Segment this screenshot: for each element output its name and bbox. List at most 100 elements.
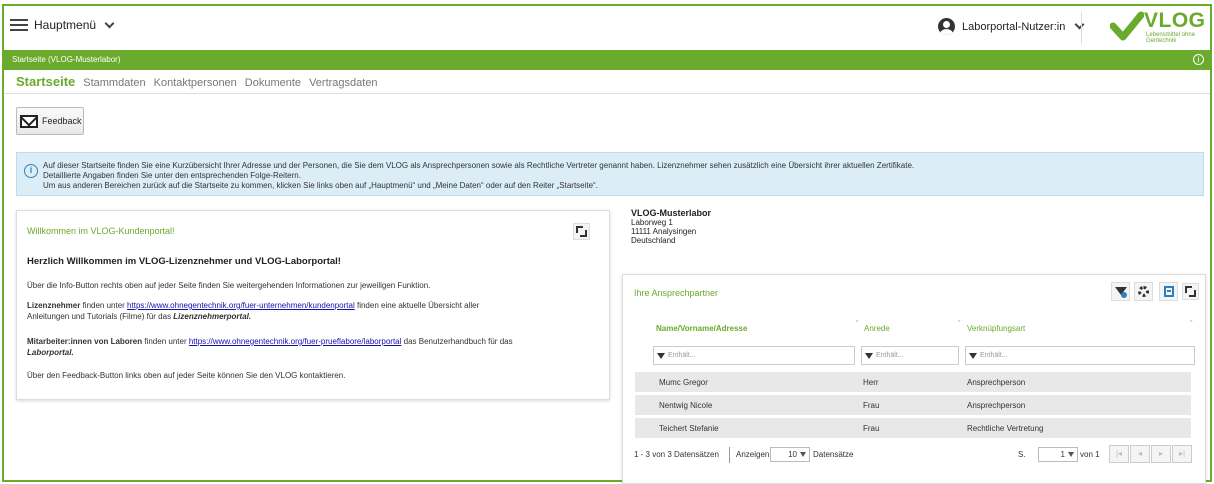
table-row[interactable]: Mumc Gregor Herr Ansprechperson bbox=[635, 372, 1191, 392]
cell-verknuepfungsart: Rechtliche Vertretung bbox=[967, 424, 1044, 433]
welcome-heading: Herzlich Willkommen im VLOG-Lizenznehmer… bbox=[27, 256, 341, 267]
filter-icon bbox=[865, 352, 873, 359]
banner-text: Auf dieser Startseite finden Sie eine Ku… bbox=[43, 161, 914, 191]
column-header-anrede[interactable]: Anrede bbox=[864, 324, 890, 333]
welcome-paragraph-lab: Mitarbeiter:innen von Laboren finden unt… bbox=[27, 336, 597, 358]
hamburger-icon bbox=[10, 19, 28, 31]
main-menu-label: Hauptmenü bbox=[34, 18, 97, 32]
vlog-logo: VLOG Lebensmittel ohne Gentechnik bbox=[1110, 8, 1206, 46]
top-bar: Hauptmenü Laborportal-Nutzer:in VLOG Leb… bbox=[4, 6, 1210, 50]
record-summary: 1 - 3 von 3 Datensätzen bbox=[634, 450, 719, 459]
filter-placeholder: Enthält... bbox=[668, 352, 696, 359]
sort-icon: ″ bbox=[958, 320, 961, 327]
tab-vertragsdaten[interactable]: Vertragsdaten bbox=[309, 77, 378, 89]
filter-input-name[interactable]: Enthält... bbox=[653, 346, 855, 365]
show-label: Anzeigen bbox=[736, 450, 770, 459]
address-block: VLOG-Musterlabor Laborweg 1 11111 Analys… bbox=[631, 208, 712, 246]
cell-name: Nentwig Nicole bbox=[659, 401, 713, 410]
feedback-label: Feedback bbox=[42, 116, 82, 126]
sort-icon: ″ bbox=[856, 320, 859, 327]
tab-bar: Startseite Stammdaten Kontaktpersonen Do… bbox=[16, 74, 386, 89]
app-frame: Hauptmenü Laborportal-Nutzer:in VLOG Leb… bbox=[2, 4, 1212, 484]
gear-icon bbox=[1138, 286, 1149, 297]
info-icon: i bbox=[24, 164, 38, 178]
breadcrumb: Startseite (VLOG-Musterlabor) bbox=[12, 55, 121, 64]
pager-divider bbox=[729, 447, 730, 463]
export-icon bbox=[1164, 286, 1174, 297]
cell-anrede: Herr bbox=[863, 378, 879, 387]
column-header-verknuepfungsart[interactable]: Verknüpfungsart bbox=[967, 324, 1025, 333]
tab-dokumente[interactable]: Dokumente bbox=[245, 77, 301, 89]
tab-kontaktpersonen[interactable]: Kontaktpersonen bbox=[154, 77, 237, 89]
text: das Benutzerhandbuch für das bbox=[401, 337, 513, 346]
page-size-value: 10 bbox=[788, 450, 797, 459]
filter-input-verknuepfungsart[interactable]: Enthält... bbox=[965, 346, 1195, 365]
welcome-panel-title: Willkommen im VLOG-Kundenportal! bbox=[27, 226, 175, 236]
banner-line: Detaillierte Angaben finden Sie unter de… bbox=[43, 171, 301, 180]
kundenportal-link[interactable]: https://www.ohnegentechnik.org/fuer-unte… bbox=[127, 301, 355, 310]
cell-anrede: Frau bbox=[863, 401, 880, 410]
export-button[interactable] bbox=[1159, 282, 1178, 301]
banner-line: Auf dieser Startseite finden Sie eine Ku… bbox=[43, 161, 915, 170]
filter-placeholder: Enthält... bbox=[980, 352, 1008, 359]
text: finden unter bbox=[80, 301, 128, 310]
city: 11111 Analysingen bbox=[631, 227, 697, 236]
dropdown-icon bbox=[800, 452, 806, 457]
cell-name: Mumc Gregor bbox=[659, 378, 708, 387]
feedback-button[interactable]: Feedback bbox=[16, 107, 84, 135]
expand-icon[interactable] bbox=[1182, 283, 1199, 300]
records-label: Datensätze bbox=[813, 450, 854, 459]
breadcrumb-bar: Startseite (VLOG-Musterlabor) i bbox=[4, 50, 1210, 70]
filter-placeholder: Enthält... bbox=[876, 352, 904, 359]
first-page-button[interactable]: |◂ bbox=[1109, 445, 1129, 463]
welcome-paragraph: Über die Info-Button rechts oben auf jed… bbox=[27, 281, 431, 290]
chevron-down-icon bbox=[1074, 19, 1085, 30]
contacts-panel: Ihre Ansprechpartner ″ ″ ″ Name/Vorname/… bbox=[622, 274, 1206, 484]
welcome-paragraph: Über den Feedback-Button links oben auf … bbox=[27, 371, 346, 380]
user-icon bbox=[938, 18, 955, 35]
page-total: von 1 bbox=[1080, 450, 1100, 459]
envelope-icon bbox=[20, 114, 38, 128]
page-size-select[interactable]: 10 bbox=[770, 447, 810, 462]
cell-name: Teichert Stefanie bbox=[659, 424, 719, 433]
lab-staff-label: Mitarbeiter:innen von Laboren bbox=[27, 337, 143, 346]
user-label: Laborportal-Nutzer:in bbox=[962, 20, 1066, 33]
company-name: VLOG-Musterlabor bbox=[631, 208, 712, 218]
licensee-portal-label: Lizenznehmerportal. bbox=[173, 312, 252, 321]
text: finden unter bbox=[142, 337, 189, 346]
main-menu-button[interactable]: Hauptmenü bbox=[10, 18, 115, 32]
licensee-label: Lizenznehmer bbox=[27, 301, 81, 310]
check-logo-icon bbox=[1110, 11, 1144, 41]
street: Laborweg 1 bbox=[631, 218, 673, 227]
filter-input-anrede[interactable]: Enthält... bbox=[861, 346, 959, 365]
text: finden eine aktuelle Übersicht aller bbox=[354, 301, 480, 310]
filter-icon bbox=[969, 352, 977, 359]
banner-line: Um aus anderen Bereichen zurück auf die … bbox=[43, 181, 598, 190]
text: Anleitungen und Tutorials (Filme) für da… bbox=[27, 312, 174, 321]
expand-icon[interactable] bbox=[573, 223, 590, 240]
table-row[interactable]: Nentwig Nicole Frau Ansprechperson bbox=[635, 395, 1191, 415]
prev-page-button[interactable]: ◂ bbox=[1130, 445, 1150, 463]
header-divider bbox=[1081, 12, 1082, 44]
info-banner: i Auf dieser Startseite finden Sie eine … bbox=[16, 152, 1204, 196]
table-pager: 1 - 3 von 3 Datensätzen Anzeigen 10 Date… bbox=[623, 445, 1205, 470]
laborportal-link[interactable]: https://www.ohnegentechnik.org/fuer-prue… bbox=[189, 337, 402, 346]
table-row[interactable]: Teichert Stefanie Frau Rechtliche Vertre… bbox=[635, 418, 1191, 438]
column-header-name[interactable]: Name/Vorname/Adresse bbox=[656, 324, 747, 333]
tab-stammdaten[interactable]: Stammdaten bbox=[83, 77, 145, 89]
lab-portal-label: Laborportal. bbox=[27, 348, 74, 357]
country: Deutschland bbox=[631, 236, 676, 245]
dropdown-icon bbox=[1068, 452, 1074, 457]
filter-icon bbox=[657, 352, 665, 359]
settings-button[interactable] bbox=[1134, 282, 1153, 301]
next-page-button[interactable]: ▸ bbox=[1151, 445, 1171, 463]
last-page-button[interactable]: ▸| bbox=[1172, 445, 1192, 463]
tab-startseite[interactable]: Startseite bbox=[16, 74, 75, 89]
info-icon[interactable]: i bbox=[1193, 54, 1204, 65]
page-number-select[interactable]: 1 bbox=[1038, 447, 1078, 462]
user-menu-button[interactable]: Laborportal-Nutzer:in bbox=[938, 18, 1085, 35]
clear-filter-button[interactable] bbox=[1111, 282, 1130, 301]
cell-verknuepfungsart: Ansprechperson bbox=[967, 401, 1026, 410]
sort-icon: ″ bbox=[1190, 320, 1193, 327]
cell-verknuepfungsart: Ansprechperson bbox=[967, 378, 1026, 387]
